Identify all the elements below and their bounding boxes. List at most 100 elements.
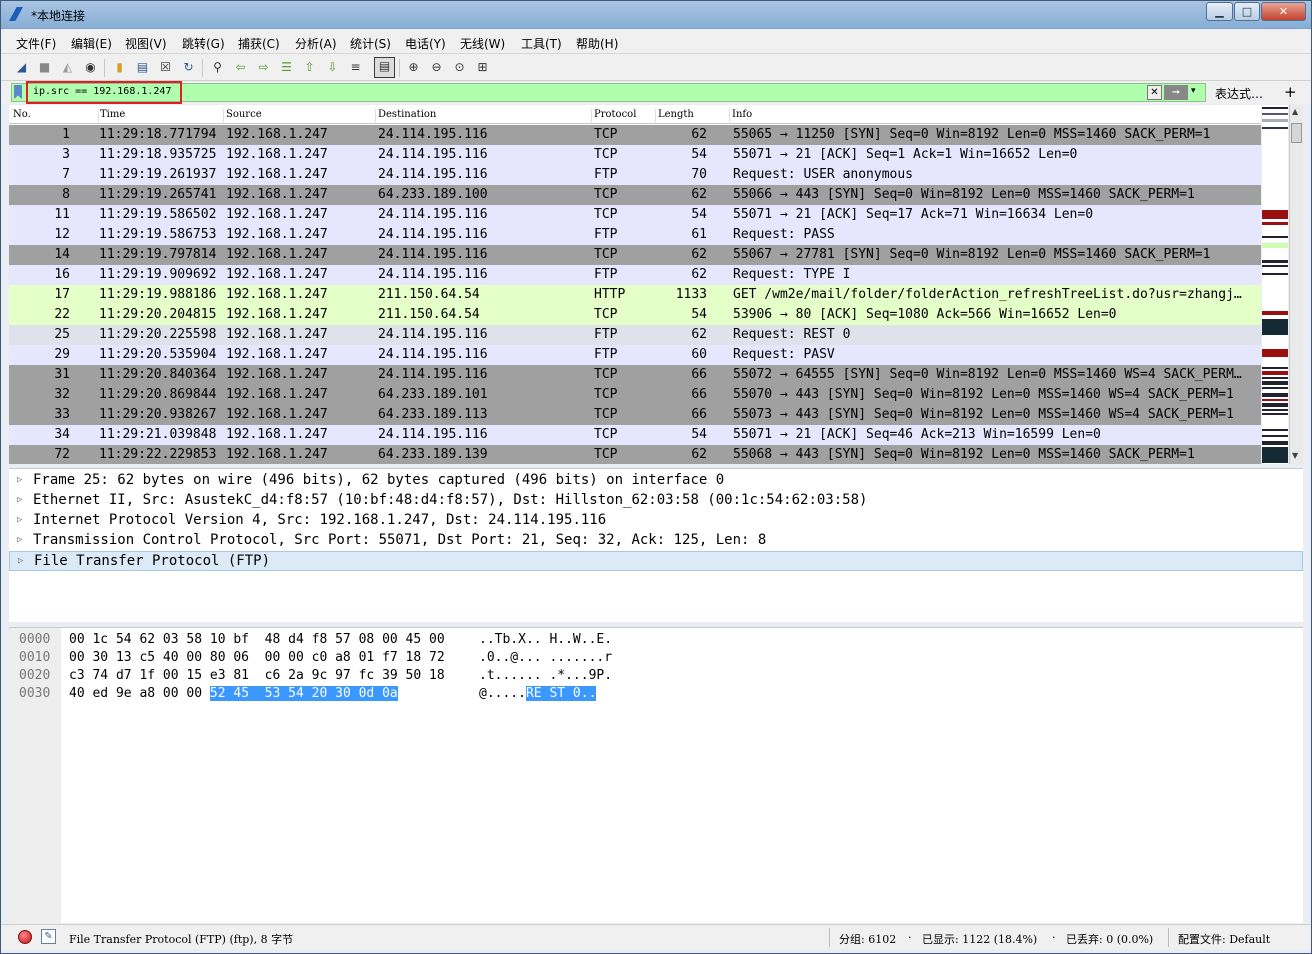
zoom-out-icon[interactable]: ⊖ [428, 59, 445, 76]
minimize-button[interactable]: ▁ [1206, 2, 1233, 21]
menu-telephony[interactable]: 电话(Y) [405, 35, 446, 52]
packet-row[interactable]: 11 11:29:19.586502 192.168.1.247 24.114.195… [9, 205, 1261, 225]
packet-row[interactable]: 22 11:29:20.204815 192.168.1.247 211.150.64… [9, 305, 1261, 325]
packet-row[interactable]: 1 11:29:18.771794 192.168.1.247 24.114.195.… [9, 125, 1261, 145]
go-to-packet-icon[interactable]: ☰ [278, 59, 295, 76]
expand-arrow-icon[interactable]: ▷ [17, 535, 22, 545]
add-filter-button[interactable]: + [1284, 83, 1297, 101]
packet-cell-time: 11:29:19.586502 [99, 207, 217, 222]
minimap-mark [1262, 349, 1288, 357]
packet-row[interactable]: 16 11:29:19.909692 192.168.1.247 24.114.195… [9, 265, 1261, 285]
expression-button[interactable]: 表达式… [1215, 85, 1263, 102]
packet-row[interactable]: 32 11:29:20.869844 192.168.1.247 64.233.189… [9, 385, 1261, 405]
find-packet-icon[interactable]: ⚲ [209, 59, 226, 76]
packet-row[interactable]: 7 11:29:19.261937 192.168.1.247 24.114.195.… [9, 165, 1261, 185]
packet-cell-src: 192.168.1.247 [226, 247, 328, 262]
packet-cell-no: 8 [62, 187, 70, 202]
column-header-protocol[interactable]: Protocol [594, 109, 656, 124]
menu-statistics[interactable]: 统计(S) [350, 35, 391, 52]
detail-tree-item[interactable]: ▷ Ethernet II, Src: AsustekC_d4:f8:57 (10… [9, 491, 1303, 511]
restart-capture-icon[interactable]: ◭ [59, 59, 76, 76]
column-header-no[interactable]: No. [13, 109, 99, 124]
hex-ascii[interactable]: ..Tb.X.. H..W..E. [479, 632, 612, 647]
go-back-icon[interactable]: ⇦ [232, 59, 249, 76]
expand-arrow-icon[interactable]: ▷ [17, 495, 22, 505]
column-header-destination[interactable]: Destination [378, 109, 592, 124]
chevron-down-icon[interactable]: ▾ [1191, 86, 1196, 96]
hex-ascii[interactable]: .0..@... .......r [479, 650, 612, 665]
scrollbar-thumb[interactable] [1291, 123, 1302, 143]
resize-columns-icon[interactable]: ⊞ [474, 59, 491, 76]
packet-row[interactable]: 12 11:29:19.586753 192.168.1.247 24.114.195… [9, 225, 1261, 245]
hex-ascii[interactable]: .t...... .*...9P. [479, 668, 612, 683]
go-last-icon[interactable]: ⇩ [324, 59, 341, 76]
zoom-in-icon[interactable]: ⊕ [405, 59, 422, 76]
expand-arrow-icon[interactable]: ▷ [17, 475, 22, 485]
packet-row[interactable]: 72 11:29:22.229853 192.168.1.247 64.233.189… [9, 445, 1261, 464]
hex-bytes[interactable]: 00 1c 54 62 03 58 10 bf 48 d4 f8 57 08 0… [69, 632, 445, 647]
packet-list-scrollbar[interactable]: ▲ ▼ [1289, 105, 1303, 464]
expand-arrow-icon[interactable]: ▷ [18, 556, 23, 566]
menu-edit[interactable]: 编辑(E) [71, 35, 112, 52]
detail-tree-item[interactable]: ▷ Internet Protocol Version 4, Src: 192.1… [9, 511, 1303, 531]
menu-analyze[interactable]: 分析(A) [295, 35, 337, 52]
close-file-icon[interactable]: ☒ [157, 59, 174, 76]
packet-row[interactable]: 31 11:29:20.840364 192.168.1.247 24.114.195… [9, 365, 1261, 385]
packet-cell-no: 17 [54, 287, 70, 302]
hex-bytes[interactable]: c3 74 d7 1f 00 15 e3 81 c6 2a 9c 97 fc 3… [69, 668, 445, 683]
column-header-length[interactable]: Length [658, 109, 730, 124]
auto-scroll-icon[interactable]: ≡ [347, 59, 364, 76]
packet-row[interactable]: 33 11:29:20.938267 192.168.1.247 64.233.189… [9, 405, 1261, 425]
save-file-icon[interactable]: ▤ [134, 59, 151, 76]
expert-info-icon[interactable] [18, 930, 32, 944]
minimap-mark [1262, 119, 1288, 122]
shark-fin-start-icon[interactable]: ◢ [13, 59, 30, 76]
reload-icon[interactable]: ↻ [180, 59, 197, 76]
scroll-up-icon[interactable]: ▲ [1292, 107, 1298, 116]
hex-bytes-selected: 52 45 53 54 20 30 0d 0a [209, 686, 398, 701]
detail-tree-item[interactable]: ▷ File Transfer Protocol (FTP) [9, 551, 1303, 571]
zoom-normal-icon[interactable]: ⊙ [451, 59, 468, 76]
status-displayed: 已显示: 1122 (18.4%) [922, 933, 1038, 946]
menu-view[interactable]: 视图(V) [125, 35, 167, 52]
hex-bytes[interactable]: 40 ed 9e a8 00 00 52 45 53 54 20 30 0d 0… [69, 686, 398, 701]
go-first-icon[interactable]: ⇧ [301, 59, 318, 76]
packet-cell-dst: 24.114.195.116 [378, 147, 488, 162]
menu-capture[interactable]: 捕获(C) [238, 35, 280, 52]
menu-wireless[interactable]: 无线(W) [460, 35, 505, 52]
packet-row[interactable]: 17 11:29:19.988186 192.168.1.247 211.150.64… [9, 285, 1261, 305]
column-header-time[interactable]: Time [100, 109, 224, 124]
display-filter-input[interactable] [11, 83, 1206, 102]
packet-minimap[interactable] [1262, 105, 1288, 464]
packet-row[interactable]: 14 11:29:19.797814 192.168.1.247 24.114.195… [9, 245, 1261, 265]
packet-row[interactable]: 34 11:29:21.039848 192.168.1.247 24.114.195… [9, 425, 1261, 445]
detail-tree-item[interactable]: ▷ Transmission Control Protocol, Src Port… [9, 531, 1303, 551]
clear-filter-icon[interactable]: ✕ [1147, 85, 1162, 100]
column-header-source[interactable]: Source [226, 109, 376, 124]
expand-arrow-icon[interactable]: ▷ [17, 515, 22, 525]
menu-file[interactable]: 文件(F) [16, 35, 56, 52]
close-button[interactable]: ✕ [1261, 2, 1306, 21]
menu-tools[interactable]: 工具(T) [521, 35, 562, 52]
detail-tree-item[interactable]: ▷ Frame 25: 62 bytes on wire (496 bits), … [9, 471, 1303, 491]
go-forward-icon[interactable]: ⇨ [255, 59, 272, 76]
apply-filter-icon[interactable]: ➞ [1164, 85, 1188, 100]
hex-ascii[interactable]: @.....RE ST 0.. [479, 686, 597, 701]
scroll-down-icon[interactable]: ▼ [1292, 451, 1298, 460]
colorize-icon[interactable]: ▤ [374, 57, 395, 78]
packet-row[interactable]: 29 11:29:20.535904 192.168.1.247 24.114.195… [9, 345, 1261, 365]
edit-comment-icon[interactable]: ✎ [41, 929, 56, 944]
hex-bytes[interactable]: 00 30 13 c5 40 00 80 06 00 00 c0 a8 01 f… [69, 650, 445, 665]
maximize-button[interactable]: □ [1234, 2, 1260, 21]
status-profile[interactable]: 配置文件: Default [1178, 931, 1270, 947]
menu-go[interactable]: 跳转(G) [182, 35, 225, 52]
column-header-info[interactable]: Info [732, 109, 1252, 124]
menu-help[interactable]: 帮助(H) [576, 35, 618, 52]
packet-row[interactable]: 3 11:29:18.935725 192.168.1.247 24.114.195.… [9, 145, 1261, 165]
minimap-mark [1262, 381, 1288, 385]
packet-row[interactable]: 25 11:29:20.225598 192.168.1.247 24.114.195… [9, 325, 1261, 345]
packet-row[interactable]: 8 11:29:19.265741 192.168.1.247 64.233.189.… [9, 185, 1261, 205]
capture-options-icon[interactable]: ◉ [82, 59, 99, 76]
stop-capture-icon[interactable]: ■ [36, 59, 53, 76]
open-file-icon[interactable]: ▮ [111, 59, 128, 76]
